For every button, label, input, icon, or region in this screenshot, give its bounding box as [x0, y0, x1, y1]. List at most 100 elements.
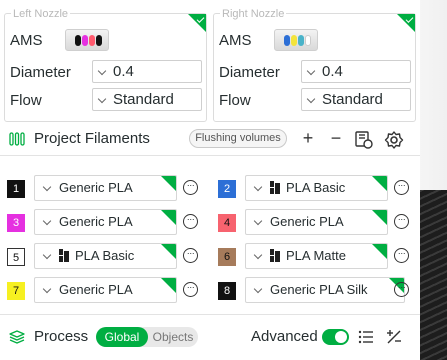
filament-color-swatch[interactable]: 8: [218, 282, 236, 300]
more-options-icon[interactable]: ···: [394, 248, 409, 263]
selected-check-icon: [188, 14, 206, 32]
selected-check-icon: [397, 14, 415, 32]
filament-name: PLA Basic: [75, 248, 135, 263]
filament-select[interactable]: Generic PLA: [34, 175, 177, 201]
chevron-down-icon: [306, 94, 316, 104]
minus-icon[interactable]: −: [326, 129, 346, 149]
chevron-down-icon: [253, 284, 263, 294]
filament-row: 2 PLA Basic ···: [218, 175, 409, 201]
advanced-toggle[interactable]: [322, 329, 349, 345]
compare-presets-icon[interactable]: [386, 329, 402, 345]
filament-color-swatch[interactable]: 5: [7, 248, 25, 266]
left-diameter-value: 0.4: [113, 63, 134, 80]
more-options-icon[interactable]: ···: [394, 282, 409, 297]
filament-row: 1 Generic PLA ···: [7, 175, 198, 201]
chevron-down-icon: [253, 182, 263, 192]
gear-icon[interactable]: [384, 130, 404, 150]
more-options-icon[interactable]: ···: [394, 180, 409, 195]
right-diameter-select[interactable]: 0.4: [301, 60, 411, 83]
filament-row: 3 Generic PLA ···: [7, 209, 198, 235]
ams-slot: [89, 35, 95, 46]
filament-select[interactable]: PLA Basic: [245, 175, 388, 201]
project-filaments-title: Project Filaments: [34, 130, 150, 147]
left-flow-value: Standard: [113, 91, 174, 108]
filament-color-swatch[interactable]: 4: [218, 214, 236, 232]
right-ams-icon[interactable]: [274, 29, 318, 51]
divider: [0, 155, 420, 156]
more-options-icon[interactable]: ···: [183, 248, 198, 263]
filament-name: PLA Matte: [286, 248, 346, 263]
filament-color-swatch[interactable]: 2: [218, 180, 236, 198]
ams-slot: [305, 35, 311, 46]
left-diameter-select[interactable]: 0.4: [92, 60, 202, 83]
filament-name: Generic PLA: [59, 282, 133, 297]
right-nozzle-card: Right Nozzle AMS Diameter 0.4 Flow Stand…: [213, 8, 416, 122]
left-flow-label: Flow: [10, 92, 42, 109]
more-options-icon[interactable]: ···: [183, 180, 198, 195]
filament-select[interactable]: PLA Basic: [34, 243, 177, 269]
sync-ams-icon[interactable]: [354, 130, 374, 150]
filament-select[interactable]: Generic PLA Silk: [245, 277, 405, 303]
ams-slot: [291, 35, 297, 46]
filament-name: PLA Basic: [286, 180, 346, 195]
filament-color-swatch[interactable]: 3: [7, 214, 25, 232]
left-flow-select[interactable]: Standard: [92, 88, 202, 111]
filament-row: 6 PLA Matte ···: [218, 243, 409, 269]
filament-color-swatch[interactable]: 7: [7, 282, 25, 300]
plus-icon[interactable]: +: [298, 129, 318, 149]
right-nozzle-title: Right Nozzle: [220, 8, 287, 20]
right-flow-label: Flow: [219, 92, 251, 109]
viewport-plate[interactable]: [420, 190, 447, 360]
chevron-down-icon: [42, 216, 52, 226]
process-scope-toggle: Global Objects: [96, 327, 198, 347]
objects-tab[interactable]: Objects: [150, 327, 196, 347]
bambu-logo-icon: [59, 249, 70, 262]
filament-name: Generic PLA: [270, 214, 344, 229]
filament-select[interactable]: Generic PLA: [34, 277, 177, 303]
filament-select[interactable]: Generic PLA: [245, 209, 388, 235]
ams-slot: [298, 35, 304, 46]
filament-row: 5 PLA Basic ···: [7, 243, 198, 269]
process-layers-icon: [9, 330, 25, 344]
filament-row: 4 Generic PLA ···: [218, 209, 409, 235]
more-options-icon[interactable]: ···: [394, 214, 409, 229]
chevron-down-icon: [253, 250, 263, 260]
filament-name: Generic PLA Silk: [270, 282, 368, 297]
filament-spool-icon: [9, 132, 25, 146]
chevron-down-icon: [97, 94, 107, 104]
process-title: Process: [34, 328, 89, 345]
filament-select[interactable]: Generic PLA: [34, 209, 177, 235]
chevron-down-icon: [42, 250, 52, 260]
filament-color-swatch[interactable]: 1: [7, 180, 25, 198]
flushing-volumes-button[interactable]: Flushing volumes: [189, 129, 287, 148]
synced-flag-icon: [372, 176, 387, 191]
right-diameter-value: 0.4: [322, 63, 343, 80]
ams-slot: [96, 35, 102, 46]
right-ams-label: AMS: [219, 32, 252, 49]
synced-flag-icon: [161, 210, 176, 225]
chevron-down-icon: [42, 182, 52, 192]
chevron-down-icon: [42, 284, 52, 294]
ams-slot: [75, 35, 81, 46]
filament-select[interactable]: PLA Matte: [245, 243, 388, 269]
filament-color-swatch[interactable]: 6: [218, 248, 236, 266]
filament-name: Generic PLA: [59, 180, 133, 195]
advanced-label: Advanced: [251, 328, 318, 345]
left-ams-label: AMS: [10, 32, 43, 49]
filament-name: Generic PLA: [59, 214, 133, 229]
bambu-logo-icon: [270, 181, 281, 194]
project-filaments-header: Project Filaments Flushing volumes + −: [0, 124, 420, 154]
list-icon[interactable]: [358, 329, 374, 345]
ams-slot: [82, 35, 88, 46]
more-options-icon[interactable]: ···: [183, 214, 198, 229]
more-options-icon[interactable]: ···: [183, 282, 198, 297]
synced-flag-icon: [372, 210, 387, 225]
right-flow-select[interactable]: Standard: [301, 88, 411, 111]
global-tab[interactable]: Global: [96, 327, 148, 347]
bambu-logo-icon: [270, 249, 281, 262]
left-diameter-label: Diameter: [10, 64, 71, 81]
synced-flag-icon: [161, 176, 176, 191]
left-ams-icon[interactable]: [65, 29, 109, 51]
synced-flag-icon: [161, 278, 176, 293]
right-flow-value: Standard: [322, 91, 383, 108]
